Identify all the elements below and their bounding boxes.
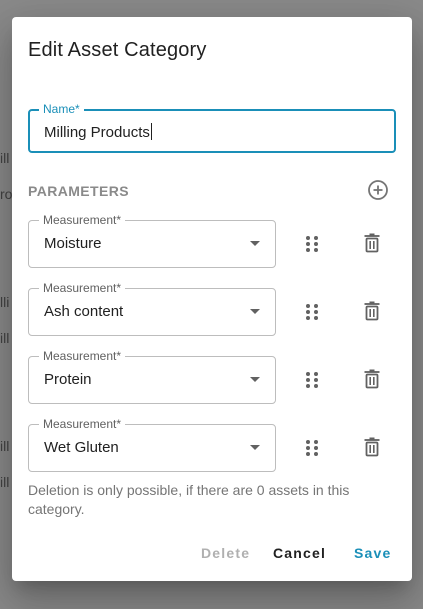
delete-parameter-button[interactable]: [360, 299, 384, 323]
dropdown-arrow-icon: [250, 309, 260, 314]
trash-icon: [364, 437, 380, 457]
name-input[interactable]: Milling Products: [44, 123, 152, 141]
save-button[interactable]: Save: [354, 545, 392, 561]
deletion-hint: Deletion is only possible, if there are …: [28, 482, 350, 517]
measurement-value: Ash content: [44, 303, 124, 320]
drag-handle[interactable]: [302, 368, 322, 392]
dropdown-arrow-icon: [250, 241, 260, 246]
trash-icon: [364, 369, 380, 389]
drag-indicator-icon: [306, 236, 318, 252]
name-field-label: Name*: [39, 102, 84, 116]
measurement-select[interactable]: Measurement* Ash content: [28, 281, 276, 336]
drag-indicator-icon: [306, 304, 318, 320]
measurement-label: Measurement*: [39, 213, 126, 227]
drag-handle[interactable]: [302, 300, 322, 324]
delete-parameter-button[interactable]: [360, 435, 384, 459]
trash-icon: [364, 301, 380, 321]
delete-parameter-button[interactable]: [360, 367, 384, 391]
measurement-label: Measurement*: [39, 417, 126, 431]
backdrop-text: ill: [0, 330, 10, 346]
drag-handle[interactable]: [302, 232, 322, 256]
backdrop-text: ro: [0, 186, 13, 202]
delete-button[interactable]: Delete: [201, 545, 250, 561]
measurement-value: Moisture: [44, 235, 102, 252]
dropdown-arrow-icon: [250, 377, 260, 382]
name-field[interactable]: Name* Milling Products: [28, 102, 396, 153]
measurement-value: Protein: [44, 371, 92, 388]
measurement-select[interactable]: Measurement* Moisture: [28, 213, 276, 268]
dialog-title: Edit Asset Category: [28, 39, 207, 61]
dropdown-arrow-icon: [250, 445, 260, 450]
backdrop-text: ill: [0, 150, 10, 166]
trash-icon: [364, 233, 380, 253]
measurement-label: Measurement*: [39, 349, 126, 363]
drag-handle[interactable]: [302, 436, 322, 460]
delete-parameter-button[interactable]: [360, 231, 384, 255]
parameters-heading: PARAMETERS: [28, 183, 129, 199]
cancel-button[interactable]: Cancel: [273, 545, 326, 561]
edit-asset-category-dialog: Edit Asset Category Name* Milling Produc…: [12, 17, 412, 581]
measurement-value: Wet Gluten: [44, 439, 119, 456]
backdrop-text: ill: [0, 438, 10, 454]
measurement-label: Measurement*: [39, 281, 126, 295]
measurement-select[interactable]: Measurement* Wet Gluten: [28, 417, 276, 472]
drag-indicator-icon: [306, 440, 318, 456]
name-input-value: Milling Products: [44, 124, 150, 141]
measurement-select[interactable]: Measurement* Protein: [28, 349, 276, 404]
backdrop-text: lli: [0, 294, 10, 310]
add-parameter-button[interactable]: [366, 178, 390, 202]
drag-indicator-icon: [306, 372, 318, 388]
add-circle-outline-icon: [368, 180, 388, 200]
backdrop-text: ill: [0, 474, 10, 490]
text-caret: [150, 123, 152, 140]
